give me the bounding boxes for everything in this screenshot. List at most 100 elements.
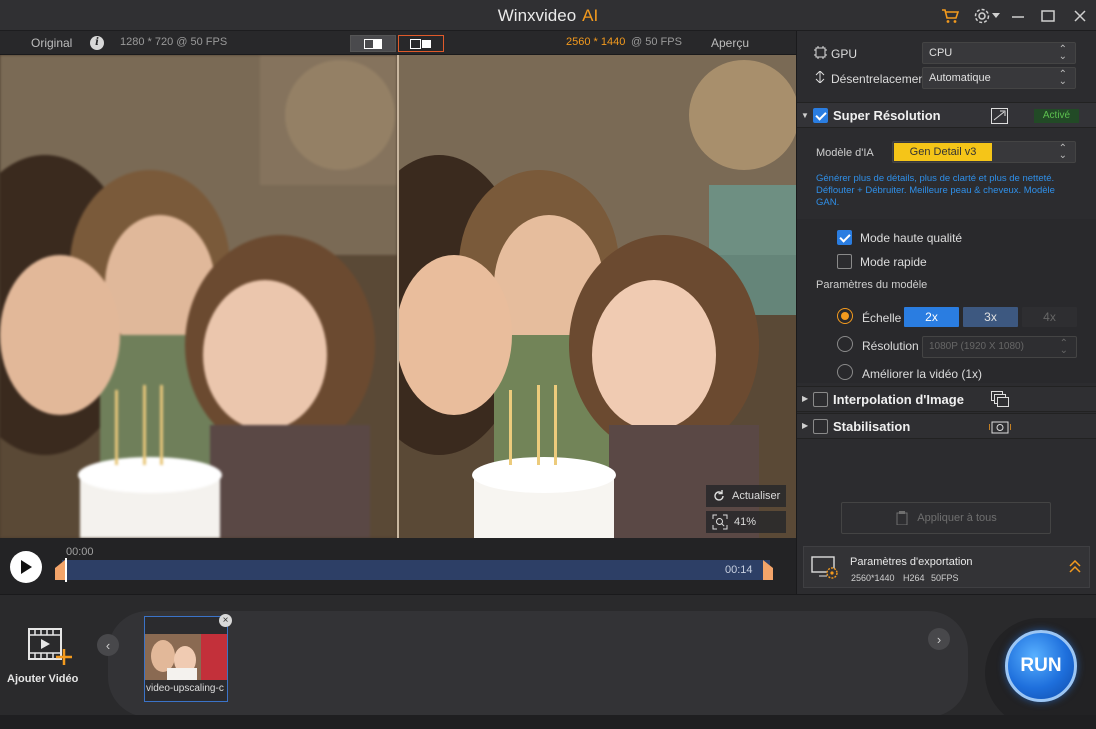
refresh-icon (714, 490, 724, 501)
original-frame (0, 55, 397, 538)
scale-3x-button[interactable]: 3x (963, 307, 1018, 327)
split-view-icon (364, 38, 382, 49)
side-by-side-icon (410, 38, 431, 49)
zoom-button[interactable]: 41% (706, 511, 786, 533)
video-preview[interactable]: Actualiser 41% (0, 55, 796, 538)
export-title: Paramètres d'exportation (850, 556, 973, 568)
interpolation-header[interactable]: ▶ Interpolation d'Image (797, 386, 1096, 412)
collapse-triangle-icon[interactable]: ▶ (802, 394, 808, 403)
preview-label: Aperçu (711, 36, 750, 50)
deinterlace-icon (815, 71, 825, 83)
scroll-right-button[interactable]: › (928, 628, 950, 650)
settings-panel: GPU CPU ⌃ ⌄ Désentrelacement Automatique ⌃ ⌄… (796, 31, 1096, 594)
enhance-label: Améliorer la vidéo (1x) (862, 367, 983, 381)
model-description: Générer plus de détails, plus de clarté … (816, 173, 1055, 208)
stabilization-checkbox[interactable] (813, 419, 828, 434)
side-by-side-button[interactable] (398, 35, 444, 52)
super-resolution-label: Super Résolution (833, 108, 941, 123)
remove-video-icon[interactable]: × (219, 614, 232, 627)
apply-all-button[interactable]: Appliquer à tous (841, 502, 1051, 534)
super-resolution-header[interactable]: ▼ Super Résolution Activé (797, 102, 1096, 128)
scale-2x-button[interactable]: 2x (904, 307, 959, 327)
super-resolution-checkbox[interactable] (813, 108, 828, 123)
camera-icon (989, 421, 1011, 434)
export-codec: H264 (903, 573, 925, 583)
info-icon[interactable]: i (90, 36, 104, 50)
interpolation-label: Interpolation d'Image (833, 392, 964, 407)
expand-view-icon[interactable] (991, 108, 1008, 124)
high-quality-checkbox[interactable] (837, 230, 852, 245)
gpu-icon (814, 46, 827, 59)
expand-up-icon[interactable] (1069, 560, 1081, 574)
time-start: 00:00 (66, 546, 94, 558)
export-settings[interactable]: Paramètres d'exportation 2560*1440 H264 … (803, 546, 1090, 588)
frames-icon (991, 391, 1009, 407)
run-button[interactable]: RUN (1005, 630, 1077, 702)
trim-start-handle[interactable] (55, 560, 65, 580)
scale-label: Échelle (862, 311, 902, 325)
zoom-icon (712, 514, 728, 530)
close-icon[interactable] (1070, 6, 1090, 26)
active-badge: Activé (1034, 109, 1079, 123)
fast-mode-label: Mode rapide (860, 255, 927, 269)
deinterlace-select[interactable]: Automatique ⌃ ⌄ (922, 67, 1076, 89)
output-fps: @ 50 FPS (631, 36, 682, 48)
thumbnail-filename: video-upscaling-c (146, 683, 224, 694)
bottom-bar: Ajouter Vidéo ‹ › video-upscaling-c × RU… (0, 594, 1096, 729)
clipboard-icon (896, 511, 908, 525)
add-video-label: Ajouter Vidéo (7, 673, 79, 685)
play-button[interactable] (10, 551, 42, 583)
export-resolution: 2560*1440 (851, 573, 895, 583)
timeline: 00:00 00:14 (0, 538, 796, 594)
playhead[interactable] (65, 558, 67, 582)
original-info: 1280 * 720 @ 50 FPS (120, 36, 228, 48)
output-resolution: 2560 * 1440 (566, 36, 626, 48)
stabilization-label: Stabilisation (833, 419, 911, 434)
resolution-label: Résolution (862, 339, 919, 353)
expand-triangle-icon[interactable]: ▼ (801, 111, 809, 120)
resolution-select[interactable]: 1080P (1920 X 1080) ⌃ ⌄ (922, 336, 1077, 358)
fast-mode-checkbox[interactable] (837, 254, 852, 269)
scale-radio[interactable] (837, 308, 853, 324)
export-fps: 50FPS (931, 573, 959, 583)
stabilization-header[interactable]: ▶ Stabilisation (797, 413, 1096, 439)
preview-header: Original i 1280 * 720 @ 50 FPS 2560 * 14… (0, 31, 796, 55)
original-label: Original (31, 36, 73, 50)
timeline-track[interactable] (62, 560, 770, 580)
add-video-button[interactable]: Ajouter Vidéo (6, 625, 86, 687)
file-list (108, 611, 968, 717)
preview-frame (399, 55, 796, 538)
interpolation-checkbox[interactable] (813, 392, 828, 407)
title-bar: Winxvideo AI (0, 0, 1096, 31)
collapse-triangle-icon[interactable]: ▶ (802, 421, 808, 430)
settings-dropdown-icon[interactable] (991, 6, 1001, 26)
export-monitor-icon (811, 556, 838, 579)
model-params-label: Paramètres du modèle (816, 279, 928, 291)
add-video-icon (28, 628, 72, 665)
gpu-select[interactable]: CPU ⌃ ⌄ (922, 42, 1076, 64)
trim-end-handle[interactable] (763, 560, 773, 580)
maximize-icon[interactable] (1038, 6, 1058, 26)
scale-4x-button[interactable]: 4x (1022, 307, 1077, 327)
gear-icon[interactable] (972, 6, 992, 26)
thumbnail-image (145, 634, 227, 680)
refresh-button[interactable]: Actualiser (706, 485, 786, 507)
high-quality-label: Mode haute qualité (860, 231, 963, 245)
video-thumbnail[interactable]: video-upscaling-c × (144, 614, 232, 702)
minimize-icon[interactable] (1008, 6, 1028, 26)
enhance-radio[interactable] (837, 364, 853, 380)
cart-icon[interactable] (940, 6, 960, 26)
model-label: Modèle d'IA (816, 147, 874, 159)
app-title: Winxvideo AI (497, 6, 599, 25)
resolution-radio[interactable] (837, 336, 853, 352)
chevron-right-icon: › (936, 631, 942, 647)
play-icon (21, 560, 32, 574)
chevron-left-icon: ‹ (105, 637, 111, 653)
deinterlace-label: Désentrelacement (831, 72, 929, 86)
model-select[interactable]: Gen Detail v3 ⌃ ⌄ (892, 141, 1076, 163)
split-view-button[interactable] (350, 35, 396, 52)
time-end: 00:14 (725, 564, 753, 576)
gpu-label: GPU (831, 47, 858, 61)
scroll-left-button[interactable]: ‹ (97, 634, 119, 656)
model-options: Mode haute qualité Mode rapide Paramètre… (797, 219, 1096, 383)
